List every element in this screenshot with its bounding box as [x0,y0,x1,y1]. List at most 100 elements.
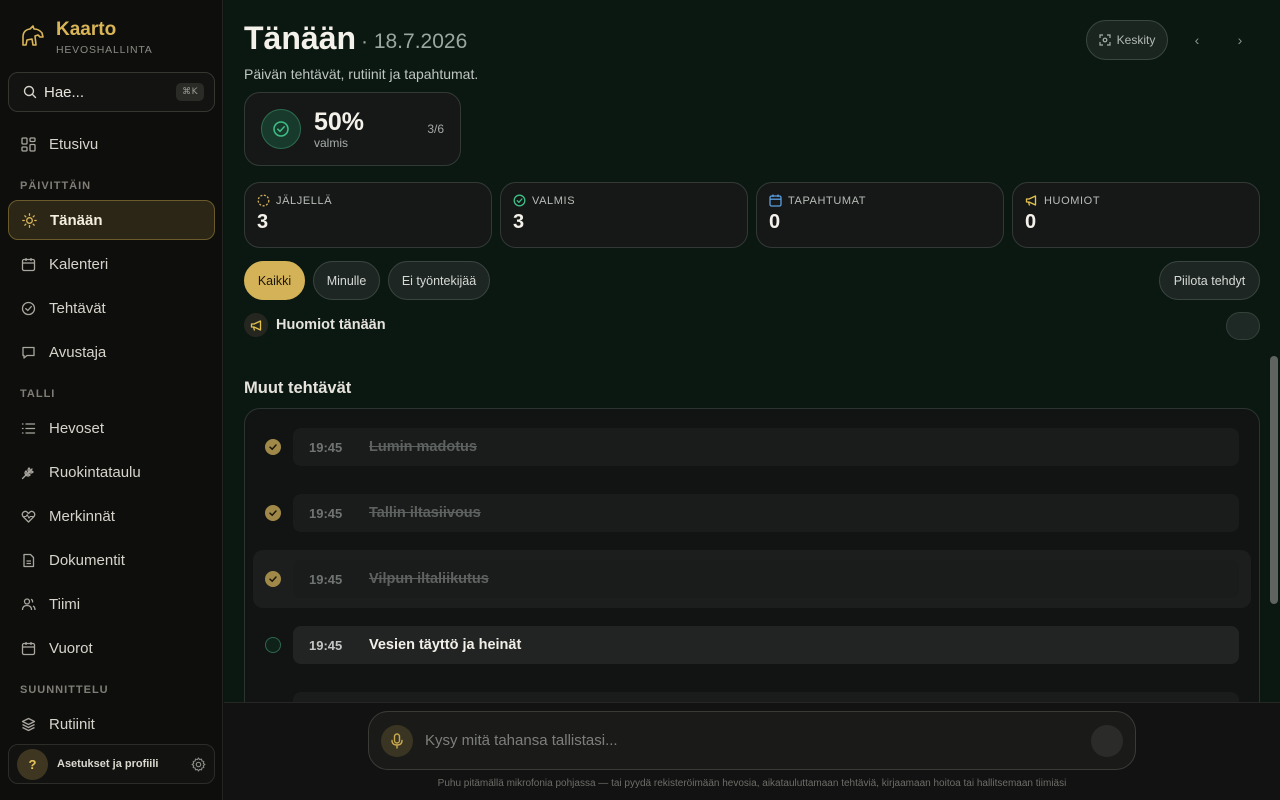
check-icon [269,576,277,583]
nav-label: Kalenteri [49,255,109,273]
task-row[interactable]: 19:45 Vilpun iltaliikutus [253,550,1251,608]
calendar-icon [21,257,36,271]
brand-name: Kaarto [56,19,117,40]
focus-button[interactable]: Keskity [1086,20,1168,60]
nav-label: Tänään [50,211,103,229]
settings-profile-button[interactable]: ? Asetukset ja profiili [8,744,215,784]
calendar-icon [769,194,782,207]
notices-label: Huomiot tänään [276,317,386,333]
check-circle-icon [21,301,36,315]
progress-count: 3/6 [427,122,444,136]
nav-label: Dokumentit [49,551,125,569]
task-row[interactable]: 19:45 Lumin madotus [253,422,1251,472]
task-name: Tallin iltasiivous [369,505,481,521]
nav-item-records[interactable]: Merkinnät [8,496,215,536]
nav-item-home[interactable]: Etusivu [8,124,215,164]
nav-item-today[interactable]: Tänään [8,200,215,240]
nav-label: Tehtävät [49,299,106,317]
horse-logo-icon [22,25,44,46]
nav-item-horses[interactable]: Hevoset [8,408,215,448]
assistant-input[interactable] [425,732,1091,749]
task-checkbox[interactable] [265,505,281,521]
task-name: Lumin madotus [369,439,477,455]
nav-label: Vuorot [49,639,93,657]
nav-label: Ruokintataulu [49,463,141,481]
search-shortcut: ⌘K [176,83,204,101]
hide-done-button[interactable]: Piilota tehdyt [1159,261,1260,300]
nav-item-assistant[interactable]: Avustaja [8,332,215,372]
gear-icon [191,756,206,772]
task-checkbox[interactable] [265,637,281,653]
assistant-input-box [368,711,1136,770]
task-checkbox[interactable] [265,439,281,455]
microphone-icon [391,732,403,749]
focus-icon [1099,34,1111,46]
stat-label: JÄLJELLÄ [276,194,333,207]
task-time: 19:45 [309,571,343,587]
brand[interactable]: Kaarto HEVOSHALLINTA [20,19,153,56]
scrollbar[interactable] [1270,356,1278,604]
stat-events: TAPAHTUMAT 0 [756,182,1004,248]
focus-label: Keskity [1116,33,1156,47]
nav-item-documents[interactable]: Dokumentit [8,540,215,580]
send-button[interactable] [1091,724,1123,757]
stat-label: TAPAHTUMAT [788,194,867,207]
task-row[interactable]: 19:45 Tallin iltasiivous [253,488,1251,538]
notices-toggle[interactable] [1226,312,1260,340]
stat-label: HUOMIOT [1044,194,1101,207]
task-list: 19:45 Lumin madotus 19:45 Tallin iltasiivo… [244,408,1260,718]
stat-notices: HUOMIOT 0 [1012,182,1260,248]
task-time: 19:45 [309,505,343,521]
next-day-button[interactable]: › [1225,20,1255,60]
filter-all[interactable]: Kaikki [244,261,305,300]
nav-item-calendar[interactable]: Kalenteri [8,244,215,284]
check-circle-icon [273,121,289,137]
list-icon [21,422,36,434]
task-row[interactable]: 19:45 Vesien täyttö ja heinät [253,620,1251,670]
filter-unassigned[interactable]: Ei työntekijää [388,261,490,300]
task-name: Vilpun iltaliikutus [369,571,489,587]
nav-item-feeding[interactable]: Ruokintataulu [8,452,215,492]
brand-subtitle: HEVOSHALLINTA [56,44,153,56]
check-icon [269,510,277,517]
settings-label: Asetukset ja profiili [57,758,159,770]
search-icon [23,85,37,99]
task-time: 19:45 [309,637,343,653]
stat-value: 3 [513,211,525,233]
nav-item-shifts[interactable]: Vuorot [8,628,215,668]
stat-value: 0 [769,211,781,233]
assistant-bar: Puhu pitämällä mikrofonia pohjassa — tai… [224,702,1280,800]
progress-percent: 50% [314,108,365,136]
nav-item-tasks[interactable]: Tehtävät [8,288,215,328]
filter-mine[interactable]: Minulle [313,261,380,300]
megaphone-icon [1025,195,1037,206]
check-icon [269,444,277,451]
nav-label: Rutiinit [49,715,95,733]
progress-card: 50% valmis 3/6 [244,92,461,166]
dashed-circle-icon [257,194,270,207]
notices-header[interactable]: Huomiot tänään [244,313,386,337]
document-icon [23,553,35,567]
grid-icon [21,136,36,152]
nav-label: Avustaja [49,343,107,361]
task-checkbox[interactable] [265,571,281,587]
progress-ring [261,109,301,149]
stat-value: 0 [1025,211,1037,233]
check-circle-icon [513,194,526,207]
nav-section-daily: PÄIVITTÄIN [20,180,92,192]
nav-label: Tiimi [49,595,81,613]
prev-day-button[interactable]: ‹ [1182,20,1212,60]
main-content: Tänään · 18.7.2026 Päivän tehtävät, ruti… [224,0,1280,800]
sidebar: Kaarto HEVOSHALLINTA Hae... ⌘K Etusivu P… [0,0,223,800]
search-label: Hae... [44,83,85,101]
search-button[interactable]: Hae... ⌘K [8,72,215,112]
stat-done: VALMIS 3 [500,182,748,248]
megaphone-icon [244,313,268,337]
microphone-button[interactable] [381,724,413,757]
page-title: Tänään [244,20,357,56]
section-title: Muut tehtävät [244,379,352,397]
heart-pulse-icon [21,510,36,523]
task-time: 19:45 [309,439,343,455]
nav-item-routines[interactable]: Rutiinit [8,704,215,744]
nav-item-team[interactable]: Tiimi [8,584,215,624]
